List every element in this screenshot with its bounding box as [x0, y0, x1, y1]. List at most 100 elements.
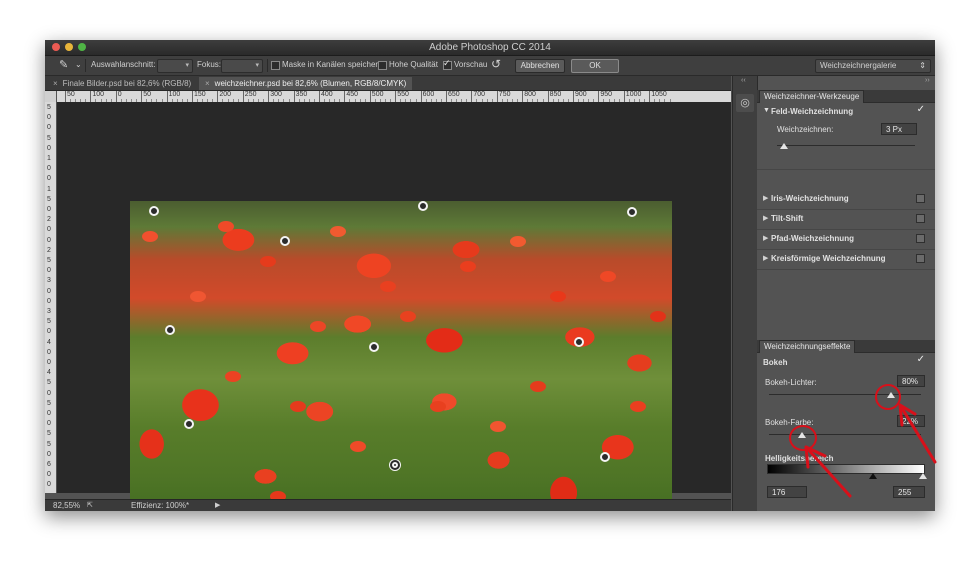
- expand-triangle-icon[interactable]: ▶: [763, 234, 768, 242]
- ruler-label: 50: [67, 91, 75, 98]
- ruler-label: 1: [47, 155, 51, 162]
- iris-blur-row[interactable]: ▶ Iris-Weichzeichnung: [757, 189, 935, 210]
- chevron-down-icon: ▾: [255, 62, 259, 69]
- bokeh-color-field[interactable]: 22%: [897, 415, 925, 427]
- blur-gallery-dock-icon[interactable]: ◎: [736, 94, 754, 112]
- ruler-label: 1050: [651, 91, 667, 98]
- collapse-panel-icon[interactable]: ››: [925, 77, 930, 84]
- spin-blur-label: Kreisförmige Weichzeichnung: [771, 254, 886, 263]
- blur-amount-slider-thumb[interactable]: [779, 143, 788, 149]
- blur-pin[interactable]: [369, 342, 379, 352]
- ruler-label: 0: [47, 165, 51, 173]
- poppy-field-photo[interactable]: [130, 201, 672, 511]
- iris-blur-checkbox[interactable]: [916, 194, 925, 203]
- ruler-label: 700: [473, 91, 486, 98]
- status-menu-arrow-icon[interactable]: ▶: [215, 501, 220, 509]
- ruler-label: 0: [47, 287, 51, 295]
- tab-finale-bilder[interactable]: × Finale Bilder.psd bei 82,6% (RGB/8): [47, 77, 197, 90]
- path-blur-checkbox[interactable]: [916, 234, 925, 243]
- close-tab-icon[interactable]: ×: [205, 79, 210, 88]
- tool-preset-chevron-icon[interactable]: ⌄: [75, 60, 82, 69]
- flower-blossom: [510, 236, 526, 247]
- ruler-label: 5: [47, 134, 51, 142]
- ruler-label: 5: [47, 430, 51, 438]
- spin-blur-row[interactable]: ▶ Kreisförmige Weichzeichnung: [757, 249, 935, 270]
- blur-pin[interactable]: [600, 452, 610, 462]
- flower-blossom: [530, 381, 546, 392]
- blur-amount-field[interactable]: 3 Px: [881, 123, 917, 135]
- brightness-high-field[interactable]: 255: [893, 486, 925, 498]
- tab-weichzeichner-werkzeuge[interactable]: Weichzeichner-Werkzeuge: [759, 90, 865, 103]
- ruler-label: 550: [397, 91, 409, 98]
- blur-gallery-dropdown[interactable]: Weichzeichnergalerie ⇕: [815, 59, 931, 73]
- checkmark-icon[interactable]: ✓: [917, 354, 925, 365]
- horizontal-ruler[interactable]: 50 100 0 50 100 150 200 250 300 350 400 450 500 550 60…: [57, 91, 731, 102]
- brightness-low-thumb[interactable]: [869, 473, 877, 479]
- ruler-label: 4: [47, 338, 51, 346]
- blur-pin[interactable]: [418, 201, 428, 211]
- ok-button[interactable]: OK: [571, 59, 619, 73]
- path-blur-label: Pfad-Weichzeichnung: [771, 234, 854, 243]
- document-canvas[interactable]: [57, 102, 731, 511]
- options-bar: ✎ ⌄ Auswahlanschnitt: ▾ Fokus: ▾ Maske i…: [45, 56, 935, 76]
- share-icon[interactable]: ⇱: [87, 501, 93, 509]
- ruler-label: 0: [47, 410, 51, 417]
- undo-icon[interactable]: ↺: [491, 57, 501, 71]
- expand-triangle-icon[interactable]: ▶: [763, 254, 768, 262]
- expand-triangle-icon[interactable]: ▶: [763, 194, 768, 202]
- brightness-gradient[interactable]: [767, 464, 925, 474]
- flower-blossom: [400, 311, 416, 322]
- blur-pin[interactable]: [184, 419, 194, 429]
- tab-weichzeichnungseffekte[interactable]: Weichzeichnungseffekte: [759, 340, 856, 353]
- field-blur-label: Feld-Weichzeichnung: [771, 107, 854, 116]
- brightness-low-field[interactable]: 176: [767, 486, 807, 498]
- expand-triangle-icon[interactable]: ▼: [763, 107, 770, 114]
- annotation-circle: [789, 425, 817, 451]
- selection-dropdown[interactable]: ▾: [157, 59, 193, 73]
- tilt-shift-row[interactable]: ▶ Tilt-Shift: [757, 209, 935, 230]
- ruler-tick: [547, 91, 549, 102]
- blur-pin[interactable]: [627, 207, 637, 217]
- ruler-tick: [65, 91, 66, 102]
- ruler-label: 3: [47, 308, 51, 315]
- ruler-label: 300: [270, 91, 282, 98]
- close-tab-icon[interactable]: ×: [53, 79, 58, 88]
- active-blur-pin[interactable]: [390, 460, 400, 470]
- brightness-high-thumb[interactable]: [919, 473, 927, 479]
- ruler-label: 0: [117, 91, 122, 98]
- cancel-button[interactable]: Abbrechen: [515, 59, 565, 73]
- quality-checkbox[interactable]: [378, 61, 387, 70]
- collapse-dock-icon[interactable]: ‹‹: [741, 77, 746, 84]
- document-tabs: × Finale Bilder.psd bei 82,6% (RGB/8) × we…: [45, 76, 731, 91]
- focus-dropdown[interactable]: ▾: [221, 59, 263, 73]
- bokeh-light-field[interactable]: 80%: [897, 375, 925, 387]
- focus-label: Fokus:: [197, 60, 222, 69]
- ruler-label: 850: [549, 91, 562, 98]
- ruler-label: 5: [47, 195, 51, 203]
- flower-blossom: [350, 441, 366, 452]
- blur-tools-panel: Weichzeichner-Werkzeuge ▼ Feld-Weichzeic…: [757, 90, 935, 511]
- chevron-updown-icon: ⇕: [919, 61, 926, 70]
- checkmark-icon[interactable]: ✓: [917, 104, 925, 115]
- path-blur-row[interactable]: ▶ Pfad-Weichzeichnung: [757, 229, 935, 250]
- ruler-label: 0: [47, 328, 51, 336]
- expand-triangle-icon[interactable]: ▶: [763, 214, 768, 222]
- blur-pin[interactable]: [149, 206, 159, 216]
- zoom-level[interactable]: 82,55%: [53, 501, 80, 510]
- ruler-tick: [293, 91, 295, 102]
- blur-amount-track[interactable]: [777, 145, 915, 146]
- pin-tool-icon[interactable]: ✎: [59, 58, 68, 71]
- mask-checkbox[interactable]: [271, 61, 280, 70]
- blur-pin[interactable]: [280, 236, 290, 246]
- blur-pin[interactable]: [165, 325, 175, 335]
- ruler-label: 650: [448, 91, 460, 98]
- ruler-label: 500: [371, 91, 384, 98]
- ruler-origin[interactable]: [45, 91, 56, 102]
- spin-blur-checkbox[interactable]: [916, 254, 925, 263]
- blur-pin[interactable]: [574, 337, 584, 347]
- vertical-ruler[interactable]: 5 0 0 5 0 1 0 0 1 5 0 2 0 0 2 5 0 3 0 0 3 5 0 4 0 0 4 5 0 5 0 0 5 5 0 6 0 0: [45, 102, 56, 493]
- tilt-shift-checkbox[interactable]: [916, 214, 925, 223]
- tab-weichzeichner[interactable]: × weichzeichner.psd bei 82,6% (Blumen, RG…: [199, 77, 413, 90]
- ruler-label: 450: [346, 91, 359, 98]
- flower-blossom: [380, 281, 396, 292]
